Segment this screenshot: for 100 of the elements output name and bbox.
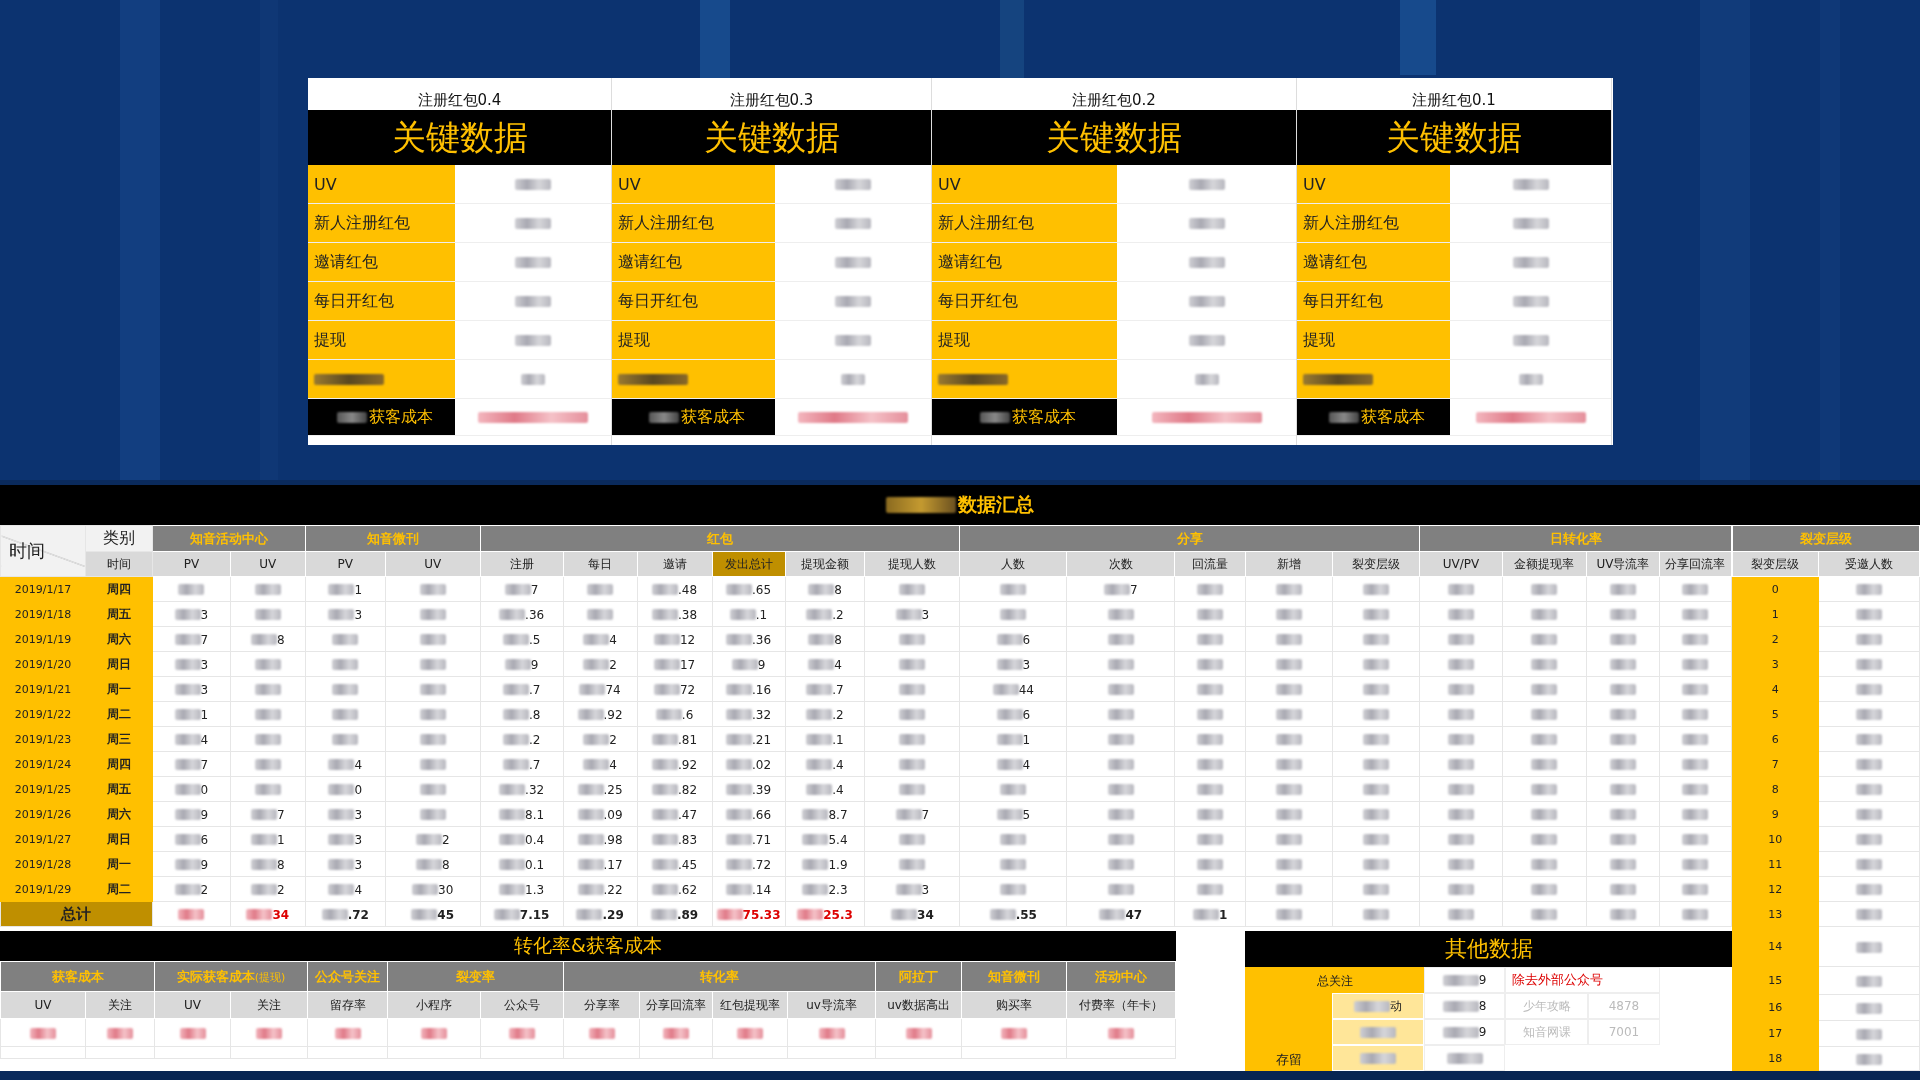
blurred-value <box>806 733 833 745</box>
partial-number: 3 <box>1022 657 1031 672</box>
blurred-value <box>806 783 833 795</box>
blurred-value <box>1197 759 1224 770</box>
blurred-value <box>653 683 680 695</box>
partial-number: 9 <box>1478 973 1487 987</box>
blurred-value <box>1276 734 1303 745</box>
blurred-value <box>1609 584 1636 595</box>
metric-label: UV <box>308 165 455 203</box>
blurred-value <box>1000 834 1027 845</box>
blurred-value <box>412 883 439 895</box>
level-cell: 16 <box>1732 994 1819 1021</box>
blurred-value <box>1682 709 1709 720</box>
blurred-value <box>502 683 529 695</box>
blurred-value <box>1000 884 1027 895</box>
blurred-label <box>1354 1000 1390 1012</box>
partial-number: 9 <box>200 807 209 822</box>
blurred-value <box>1000 609 1027 620</box>
blurred-value <box>1363 584 1390 595</box>
blurred-value <box>499 783 526 795</box>
blurred-value <box>1001 1027 1027 1039</box>
blurred-value <box>1276 684 1303 695</box>
account-name: 少年攻略 <box>1505 993 1588 1019</box>
blurred-value <box>328 858 355 870</box>
blurred-value <box>1531 859 1558 870</box>
partial-number: 0 <box>354 782 363 797</box>
blurred-value <box>251 883 277 895</box>
blurred-value <box>899 834 926 845</box>
partial-number: 4 <box>354 757 363 772</box>
blurred-value <box>419 809 446 820</box>
group-header: 分享 <box>959 525 1420 552</box>
partial-number: 9 <box>530 657 539 672</box>
metric-label: 邀请红包 <box>308 243 455 281</box>
partial-number: .66 <box>751 807 772 822</box>
blurred-value <box>499 858 526 870</box>
level-cell: 11 <box>1732 851 1819 877</box>
blurred-value <box>1194 373 1219 385</box>
partial-number: 1 <box>354 582 363 597</box>
partial-number: 8.7 <box>828 807 848 822</box>
level-cell: 18 <box>1732 1046 1819 1071</box>
partial-number: .7 <box>832 682 844 697</box>
blurred-value <box>328 608 355 620</box>
blurred-value <box>1107 809 1134 820</box>
partial-number: 74 <box>605 682 621 697</box>
blurred-value <box>334 1027 361 1039</box>
blurred-value <box>1276 784 1303 795</box>
blurred-value <box>419 759 446 770</box>
blurred-value <box>577 883 604 895</box>
blurred-value <box>1447 634 1474 645</box>
group-header: 转化率 <box>563 961 876 992</box>
partial-number: .82 <box>678 782 698 797</box>
blurred-value <box>1363 784 1390 795</box>
blurred-value <box>587 609 614 620</box>
blurred-value <box>1855 734 1882 745</box>
partial-number: 5 <box>1022 807 1031 822</box>
group-header: 裂变率 <box>387 961 564 992</box>
blurred-value <box>1000 784 1027 795</box>
metric-label: 每日开红包 <box>612 282 775 320</box>
date-cell: 2019/1/19 <box>0 626 86 652</box>
blurred-value <box>1531 884 1558 895</box>
blurred-value <box>1855 859 1882 870</box>
partial-number: 6 <box>1022 632 1031 647</box>
blurred-value <box>1609 859 1636 870</box>
blurred-value <box>1682 634 1709 645</box>
panel-subtitle: 注册红包0.3 <box>728 90 815 110</box>
level-cell: 2 <box>1732 626 1819 652</box>
partial-number: .29 <box>602 907 624 922</box>
partial-number: 8 <box>277 632 285 647</box>
blurred-value <box>1197 784 1224 795</box>
partial-number: .72 <box>751 857 772 872</box>
partial-number: .45 <box>678 857 698 872</box>
blurred-value <box>1363 759 1390 770</box>
date-cell: 2019/1/25 <box>0 776 86 802</box>
blurred-value <box>652 583 678 595</box>
blurred-value <box>1197 859 1224 870</box>
level-cell: 0 <box>1732 576 1819 602</box>
column-header: uv数据高出 <box>875 991 962 1019</box>
blurred-value <box>521 373 545 385</box>
blurred-value <box>1609 659 1636 670</box>
blurred-value <box>174 608 201 620</box>
section-title: 转化率&获客成本 <box>514 933 662 958</box>
blurred-value <box>1197 709 1224 720</box>
date-cell: 2019/1/26 <box>0 801 86 827</box>
partial-number: .32 <box>751 707 772 722</box>
metric-label: UV <box>932 165 1117 203</box>
partial-number: 8 <box>441 857 450 872</box>
blurred-value <box>421 1027 447 1039</box>
blurred-value <box>1609 734 1636 745</box>
column-header: 受邀人数 <box>1818 551 1920 577</box>
column-header: 分享回流率 <box>639 991 713 1019</box>
blurred-value <box>899 584 926 595</box>
blurred-value <box>1682 659 1709 670</box>
partial-number: .2 <box>832 607 844 622</box>
date-cell: 2019/1/20 <box>0 651 86 677</box>
blurred-value <box>1447 859 1474 870</box>
blurred-value <box>1855 909 1882 920</box>
column-header: 次数 <box>1066 551 1175 577</box>
blurred-value <box>1531 734 1558 745</box>
blurred-value <box>328 583 355 595</box>
blurred-value <box>509 1027 535 1039</box>
